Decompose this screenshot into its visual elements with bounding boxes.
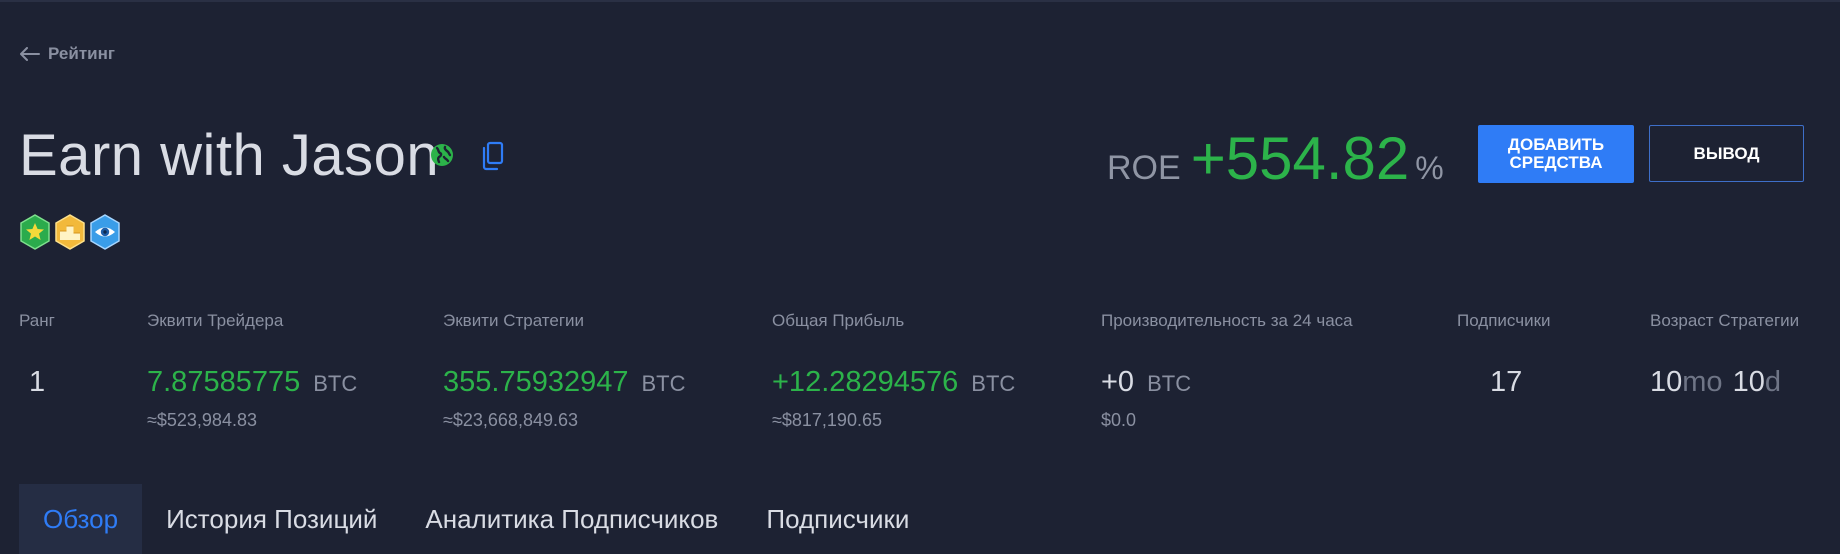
rank-value: 1 [29,366,46,398]
total-profit-value: +12.28294576 [772,366,959,398]
total-profit-row: +12.28294576 BTC [772,366,1015,399]
trader-equity-unit: BTC [313,371,358,396]
add-funds-label-line2: СРЕДСТВА [1509,153,1603,172]
perf-24h-usd: $0.0 [1101,410,1137,430]
copy-icon[interactable] [479,141,505,171]
strategy-equity-value: 355.75932947 [443,366,629,398]
add-funds-label-line1: ДОБАВИТЬ [1507,135,1605,154]
strategy-equity-unit: BTC [641,371,686,396]
podium-badge-icon [55,214,85,250]
trader-equity-usd: ≈$523,984.83 [147,410,257,430]
back-link-label: Рейтинг [48,44,115,63]
strategy-age-months: 10 [1650,366,1683,398]
strategy-equity-usd: ≈$23,668,849.63 [443,410,578,430]
strategy-tabs: Обзор История Позиций Аналитика Подписчи… [19,484,933,554]
star-badge-icon [20,214,50,250]
trader-equity-row: 7.87585775 BTC [147,366,357,399]
trader-equity-value: 7.87585775 [147,366,301,398]
badges-row [19,214,121,250]
tab-subscriber-analytics[interactable]: Аналитика Подписчиков [401,484,742,554]
roe-display: ROE +554.82 % [1107,124,1444,193]
perf-24h-row: +0 BTC [1101,366,1191,399]
eye-badge-icon [90,214,120,250]
roe-value: +554.82 [1190,125,1410,192]
strategy-age-days: 10 [1732,366,1765,398]
tab-subscribers[interactable]: Подписчики [742,484,933,554]
tab-position-history[interactable]: История Позиций [142,484,401,554]
tab-overview[interactable]: Обзор [19,484,143,554]
subscribers-value: 17 [1490,366,1523,398]
total-profit-usd: ≈$817,190.65 [772,410,882,430]
strategy-age-months-unit: mo [1682,366,1723,398]
strategy-title: Earn with Jason [19,123,440,188]
top-divider [0,0,1840,2]
globe-icon[interactable] [430,143,454,167]
rank-label: Ранг [19,311,55,330]
roe-unit: % [1415,150,1444,186]
rank-value-row: 1 [29,366,45,399]
trader-equity-label: Эквити Трейдера [147,311,284,330]
strategy-age-days-unit: d [1764,366,1781,398]
arrow-left-icon [20,47,40,61]
strategy-age-row: 10 mo 10 d [1650,366,1791,399]
strategy-age-label: Возраст Стратегии [1650,311,1800,330]
withdraw-button[interactable]: ВЫВОД [1649,125,1804,182]
perf-24h-value: +0 [1101,366,1135,398]
total-profit-label: Общая Прибыль [772,311,905,330]
total-profit-unit: BTC [971,371,1016,396]
strategy-equity-label: Эквити Стратегии [443,311,585,330]
perf-24h-unit: BTC [1147,371,1192,396]
add-funds-button[interactable]: ДОБАВИТЬ СРЕДСТВА [1478,125,1634,183]
subscribers-row: 17 [1490,366,1522,399]
perf-24h-label: Производительность за 24 часа [1101,311,1353,330]
subscribers-label: Подписчики [1457,311,1551,330]
back-to-rating-link[interactable]: Рейтинг [20,44,115,64]
roe-label: ROE [1107,149,1181,187]
strategy-equity-row: 355.75932947 BTC [443,366,685,399]
